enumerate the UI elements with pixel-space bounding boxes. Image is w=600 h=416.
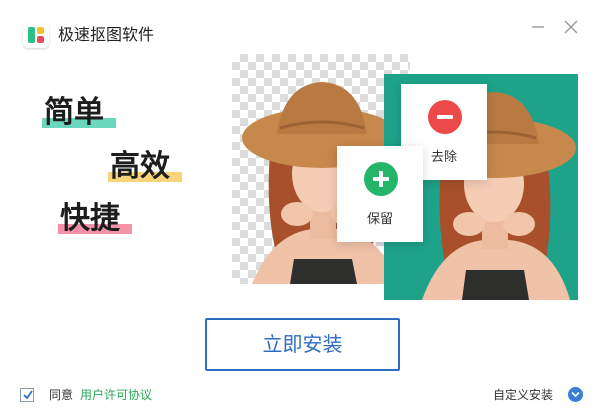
slogan-simple: 简单 <box>42 95 116 130</box>
slogan-text: 高效 <box>110 149 170 184</box>
agree-checkbox[interactable] <box>20 388 34 402</box>
minus-circle-icon <box>428 100 462 134</box>
custom-install-toggle[interactable] <box>568 387 583 402</box>
keep-label: 保留 <box>366 212 393 227</box>
minimize-icon <box>532 26 544 28</box>
plus-circle-icon <box>364 162 398 196</box>
keep-card[interactable]: 保留 <box>337 146 423 242</box>
custom-install-link[interactable]: 自定义安装 <box>493 388 553 403</box>
install-now-button[interactable]: 立即安装 <box>205 318 400 371</box>
app-logo <box>23 22 49 48</box>
license-agreement-link[interactable]: 用户许可协议 <box>80 388 152 403</box>
slogan-efficient: 高效 <box>108 149 182 184</box>
slogan-text: 快捷 <box>60 201 120 236</box>
close-button[interactable] <box>560 16 582 38</box>
minimize-button[interactable] <box>527 16 549 38</box>
app-title: 极速抠图软件 <box>58 25 155 44</box>
slogan-text: 简单 <box>44 95 104 130</box>
slogan-fast: 快捷 <box>58 201 132 236</box>
chevron-down-circle-icon <box>571 391 580 398</box>
checkmark-icon <box>23 390 33 400</box>
close-icon <box>564 20 578 34</box>
agree-label: 同意 <box>49 388 74 402</box>
